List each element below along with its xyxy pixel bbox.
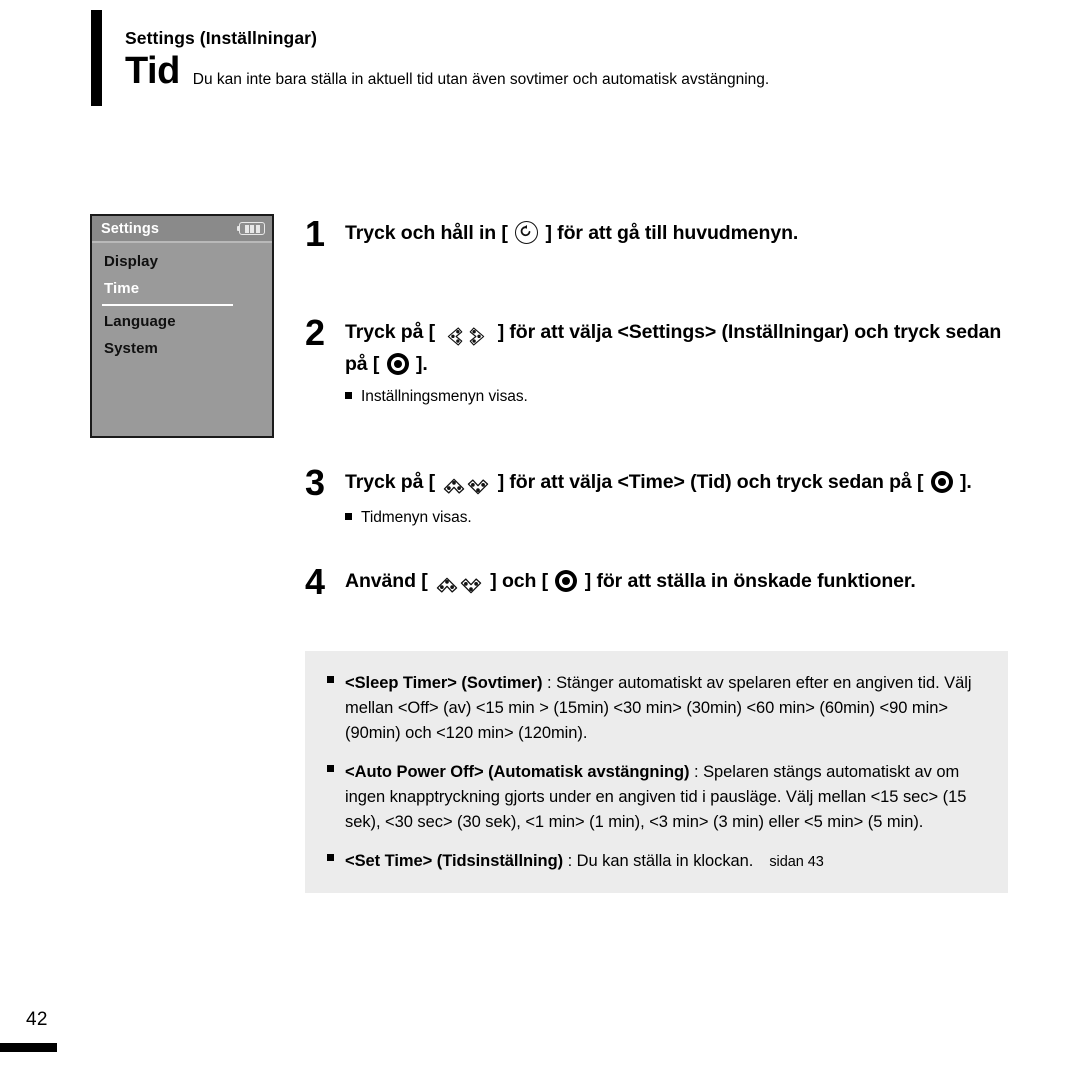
up-down-chevron-icon — [435, 571, 483, 599]
info-item-sleep-timer: <Sleep Timer> (Sovtimer) : Stänger autom… — [327, 671, 986, 746]
device-menu-selection-underline — [102, 304, 233, 306]
step-4: 4 Använd [ ] och [ ] för att ställa in ö… — [305, 561, 1020, 602]
down-chevron-icon — [468, 479, 489, 495]
step-4-text-a: Använd [ — [345, 570, 428, 592]
left-chevron-icon — [448, 327, 463, 346]
bullet-square-icon — [327, 765, 334, 773]
step-3-note-text: Tidmenyn visas. — [361, 509, 472, 527]
info-box: <Sleep Timer> (Sovtimer) : Stänger autom… — [305, 651, 1008, 893]
info-term-sleep-timer: <Sleep Timer> (Sovtimer) — [345, 674, 543, 692]
info-term-set-time: <Set Time> (Tidsinställning) — [345, 852, 564, 871]
step-2-text: Tryck på [ ] för att välja <Settings> (I… — [345, 318, 1020, 379]
step-3-text-c: ]. — [960, 471, 972, 493]
title-row: Tid Du kan inte bara ställa in aktuell t… — [125, 52, 1025, 90]
step-3-text-b: ] för att välja <Time> (Tid) och tryck s… — [497, 471, 924, 493]
header-accent-bar — [91, 10, 102, 106]
step-1-text: Tryck och håll in [ ] för att gå till hu… — [345, 219, 798, 247]
device-screen-title: Settings — [101, 220, 159, 237]
step-3-number: 3 — [305, 462, 325, 503]
step-1-text-before: Tryck och håll in [ — [345, 222, 508, 244]
step-4-text-b: ] och [ — [490, 570, 549, 592]
step-2-text-a: Tryck på [ — [345, 321, 436, 343]
return-arrow-icon — [515, 221, 539, 244]
up-chevron-icon — [436, 577, 458, 593]
bullet-square-icon — [327, 676, 334, 683]
page-header: Settings (Inställningar) Tid Du kan inte… — [125, 28, 1025, 90]
step-1-text-after: ] för att gå till huvudmenyn. — [545, 222, 799, 244]
up-chevron-icon — [444, 478, 465, 494]
step-2-number: 2 — [305, 312, 325, 353]
device-titlebar: Settings — [92, 216, 272, 243]
info-item-auto-power-off: <Auto Power Off> (Automatisk avstängning… — [327, 760, 986, 835]
select-button-icon — [555, 570, 578, 592]
right-chevron-icon — [470, 327, 485, 346]
step-1: 1 Tryck och håll in [ ] för att gå till … — [305, 213, 798, 254]
device-menu-list: Display Time Language System — [92, 243, 272, 362]
footer-accent-bar — [0, 1043, 57, 1052]
device-menu-item-language[interactable]: Language — [102, 308, 272, 335]
step-3-note: Tidmenyn visas. — [345, 507, 1020, 529]
device-menu-item-display[interactable]: Display — [102, 248, 272, 275]
device-menu-item-time[interactable]: Time — [102, 275, 272, 302]
page-reference: sidan 43 — [769, 854, 824, 871]
step-4-number: 4 — [305, 561, 325, 602]
step-3-text-a: Tryck på [ — [345, 471, 436, 493]
bullet-square-icon — [345, 513, 352, 521]
step-3-text: Tryck på [ ] för att välja <Time> (Tid) … — [345, 468, 1020, 500]
step-3: 3 Tryck på [ ] för att välja <Time> (Tid… — [305, 462, 1020, 529]
bullet-square-icon — [345, 391, 352, 399]
step-2-text-c: ]. — [415, 353, 428, 376]
breadcrumb: Settings (Inställningar) — [125, 28, 317, 48]
step-1-number: 1 — [305, 213, 325, 254]
info-body-set-time: : Du kan ställa in klockan. — [563, 852, 754, 871]
step-4-text: Använd [ ] och [ ] för att ställa in öns… — [345, 567, 1020, 599]
device-menu-item-system[interactable]: System — [102, 335, 272, 362]
left-right-chevron-icon — [442, 322, 490, 350]
up-down-chevron-icon — [442, 472, 490, 500]
battery-icon — [236, 222, 265, 235]
step-2-note-text: Inställningsmenyn visas. — [361, 387, 528, 405]
info-item-set-time: <Set Time> (Tidsinställning) : Du kan st… — [327, 849, 986, 874]
page-description: Du kan inte bara ställa in aktuell tid u… — [192, 70, 770, 88]
bullet-square-icon — [327, 854, 334, 862]
page-number: 42 — [26, 1009, 48, 1030]
select-button-icon — [386, 353, 409, 376]
step-2: 2 Tryck på [ ] för att välja <Settings> … — [305, 312, 1020, 408]
select-button-icon — [930, 471, 953, 493]
step-2-note: Inställningsmenyn visas. — [345, 386, 1020, 408]
page-title: Tid — [125, 50, 180, 92]
down-chevron-icon — [460, 578, 482, 594]
step-4-text-c: ] för att ställa in önskade funktioner. — [584, 570, 916, 592]
device-screen-mockup: Settings Display Time Language System — [90, 214, 274, 438]
info-term-auto-power-off: <Auto Power Off> (Automatisk avstängning… — [345, 763, 690, 782]
